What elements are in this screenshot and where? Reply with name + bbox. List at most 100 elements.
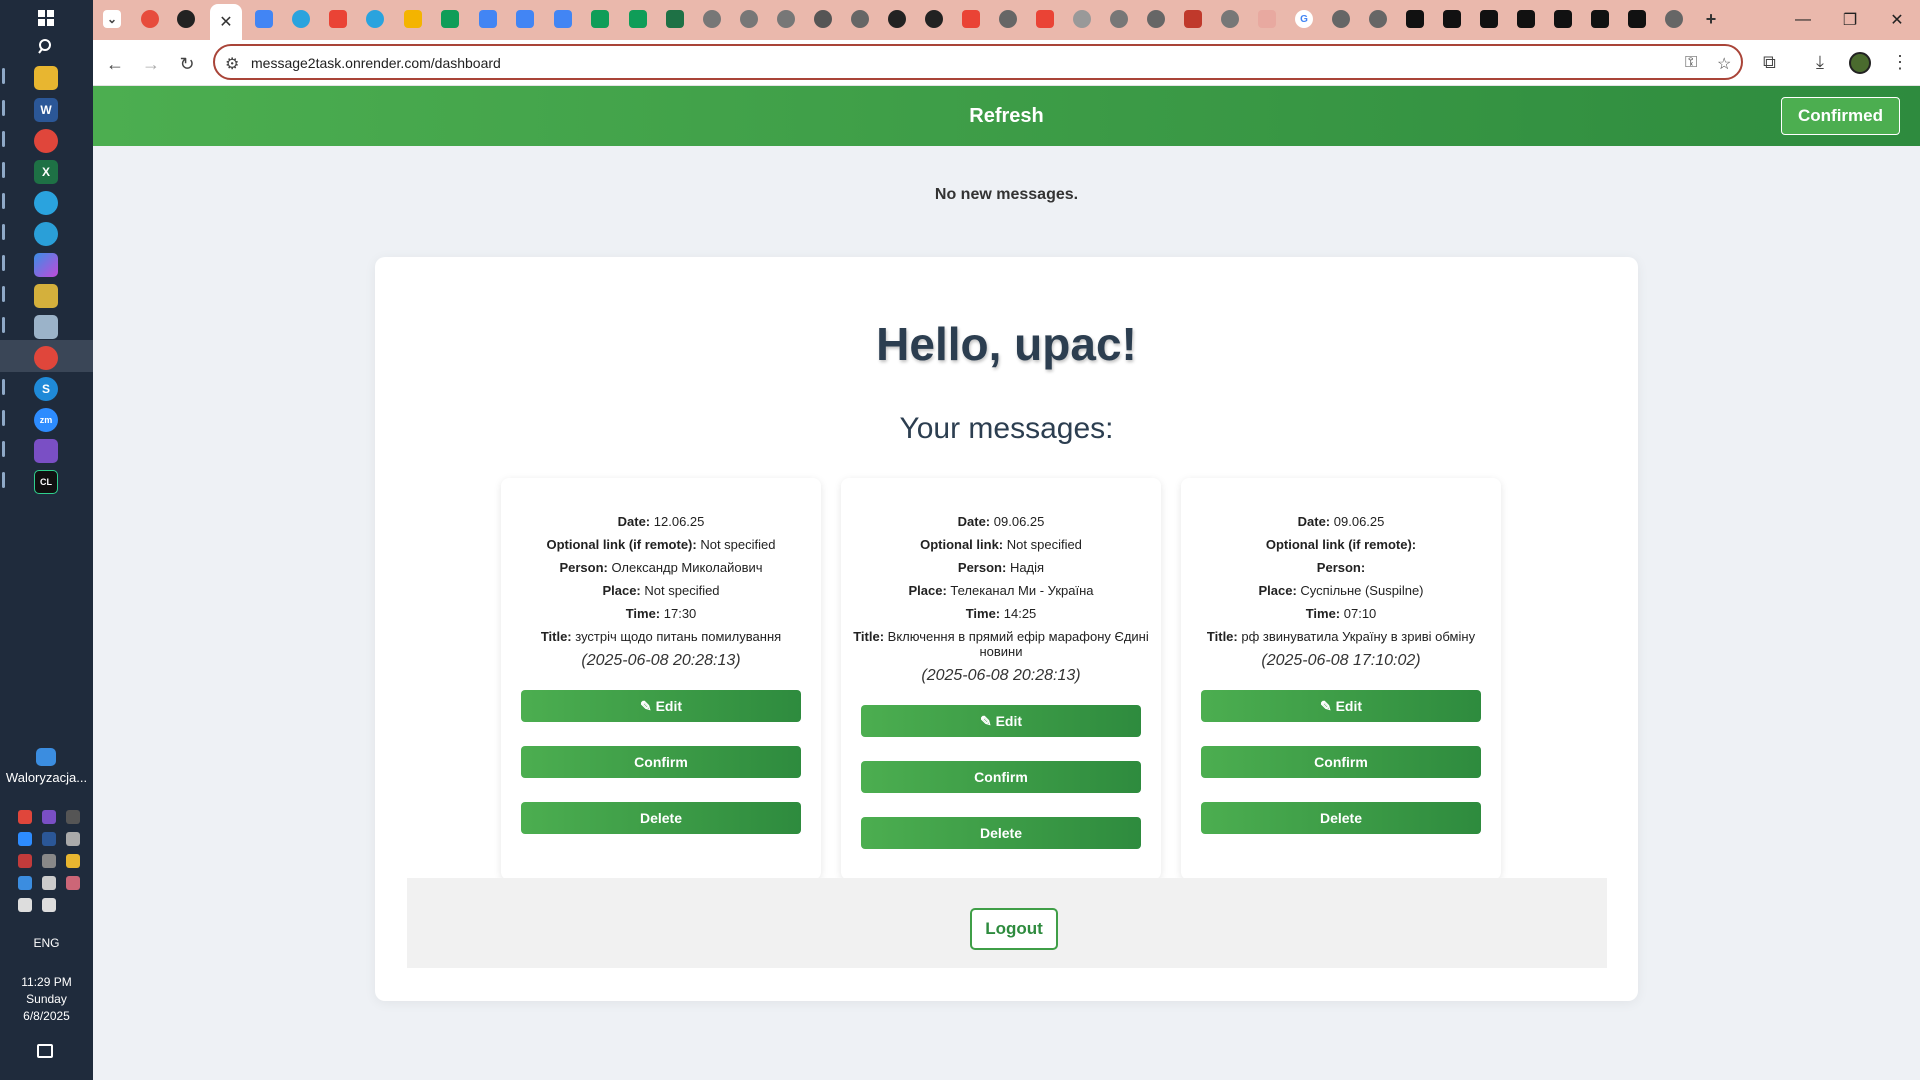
download-icon[interactable]: ⤓	[1816, 52, 1824, 73]
back-icon[interactable]: ←	[101, 50, 129, 78]
skype-tray-icon[interactable]	[66, 810, 80, 824]
edge-icon[interactable]	[34, 222, 58, 246]
refresh-button[interactable]: Refresh	[93, 86, 1920, 146]
tab-chrome-icon-5[interactable]	[1369, 10, 1387, 28]
tab-globe-icon-4[interactable]	[1073, 10, 1091, 28]
tab-clion-icon-5[interactable]	[1554, 10, 1572, 28]
tab-clion-icon[interactable]	[1406, 10, 1424, 28]
restore-icon[interactable]: ❐	[1830, 8, 1870, 32]
extensions-icon[interactable]: ⧉	[1763, 52, 1776, 73]
delete-button[interactable]: Delete	[1201, 802, 1481, 834]
tab-history-icon[interactable]	[814, 10, 832, 28]
delete-button[interactable]: Delete	[521, 802, 801, 834]
telegram-icon[interactable]	[34, 191, 58, 215]
tab-docs-icon[interactable]	[479, 10, 497, 28]
widget-label[interactable]: Waloryzacja...	[0, 770, 93, 785]
new-tab-button[interactable]: +	[1702, 9, 1720, 29]
notepad-icon[interactable]	[34, 284, 58, 308]
battery-icon[interactable]	[18, 898, 32, 912]
reload-icon[interactable]: ↻	[173, 50, 201, 78]
tab-excel-icon[interactable]	[666, 10, 684, 28]
tab-chrome-icon-4[interactable]	[1332, 10, 1350, 28]
wifi-icon[interactable]	[42, 876, 56, 890]
tab-github-icon[interactable]	[177, 10, 195, 28]
tab-gmail-icon[interactable]	[329, 10, 347, 28]
tab-telegram-icon-2[interactable]	[366, 10, 384, 28]
word-tray-icon[interactable]	[42, 832, 56, 846]
app-tray-icon[interactable]	[42, 810, 56, 824]
tab-chrome-icon[interactable]	[851, 10, 869, 28]
tab-sheets-icon[interactable]	[591, 10, 609, 28]
tab-chrome-icon-2[interactable]	[999, 10, 1017, 28]
tab-search-icon[interactable]: ⌄	[103, 10, 121, 28]
tab-docs-icon-3[interactable]	[554, 10, 572, 28]
address-bar[interactable]: ⚙ message2task.onrender.com/dashboard ⚿ …	[213, 44, 1743, 80]
visual-studio-icon[interactable]	[34, 439, 58, 463]
confirm-button[interactable]: Confirm	[521, 746, 801, 778]
forward-icon[interactable]: →	[137, 50, 165, 78]
onedrive-tray-icon[interactable]	[18, 876, 32, 890]
word-icon[interactable]: W	[34, 98, 58, 122]
search-icon[interactable]	[34, 34, 58, 58]
volume-icon[interactable]	[42, 898, 56, 912]
taskbar-clock[interactable]: 11:29 PM Sunday 6/8/2025	[0, 974, 93, 1025]
tab-favicon-red[interactable]	[141, 10, 159, 28]
tab-sheets-icon-2[interactable]	[629, 10, 647, 28]
tab-openai-icon[interactable]	[888, 10, 906, 28]
tab-chrome-icon-3[interactable]	[1147, 10, 1165, 28]
logout-button[interactable]: Logout	[970, 908, 1058, 950]
clion-icon[interactable]: CL	[34, 470, 58, 494]
tab-gmail-icon-2[interactable]	[962, 10, 980, 28]
confirm-button[interactable]: Confirm	[861, 761, 1141, 793]
site-info-icon[interactable]: ⚙	[225, 54, 239, 74]
display-tray-icon[interactable]	[66, 832, 80, 846]
tab-globe-icon-3[interactable]	[777, 10, 795, 28]
tab-clion-icon-3[interactable]	[1480, 10, 1498, 28]
tab-clion-icon-6[interactable]	[1591, 10, 1609, 28]
tab-drive-icon-2[interactable]	[441, 10, 459, 28]
tab-docs-icon-2[interactable]	[516, 10, 534, 28]
security-tray-icon[interactable]	[66, 854, 80, 868]
file-explorer-icon[interactable]	[34, 66, 58, 90]
copilot-icon[interactable]	[34, 253, 58, 277]
device-tray-icon[interactable]	[42, 854, 56, 868]
notification-icon[interactable]	[37, 1044, 53, 1058]
network-share-tray-icon[interactable]	[18, 854, 32, 868]
bluetooth-tray-icon[interactable]	[66, 876, 80, 890]
tab-active[interactable]: ✕	[210, 4, 242, 40]
skype-icon[interactable]: S	[34, 377, 58, 401]
tab-globe-icon-6[interactable]	[1221, 10, 1239, 28]
language-indicator[interactable]: ENG	[0, 936, 93, 950]
close-window-icon[interactable]: ✕	[1877, 8, 1917, 32]
edit-button[interactable]: ✎ Edit	[861, 705, 1141, 737]
profile-avatar[interactable]	[1849, 52, 1871, 74]
menu-kebab-icon[interactable]: ⋮	[1891, 52, 1909, 73]
tab-google-icon[interactable]: G	[1295, 10, 1313, 28]
chrome-tray-icon[interactable]	[18, 810, 32, 824]
tab-gmail-icon-3[interactable]	[1036, 10, 1054, 28]
edit-button[interactable]: ✎ Edit	[521, 690, 801, 722]
minimize-icon[interactable]: —	[1783, 8, 1823, 32]
clipboard-icon[interactable]	[34, 315, 58, 339]
chrome-icon[interactable]	[34, 129, 58, 153]
excel-icon[interactable]: X	[34, 160, 58, 184]
confirm-button[interactable]: Confirm	[1201, 746, 1481, 778]
delete-button[interactable]: Delete	[861, 817, 1141, 849]
tab-clion-icon-4[interactable]	[1517, 10, 1535, 28]
tab-github-icon-2[interactable]	[925, 10, 943, 28]
tab-globe-icon-2[interactable]	[740, 10, 758, 28]
tab-globe-icon-5[interactable]	[1110, 10, 1128, 28]
tab-close-icon[interactable]: ✕	[219, 12, 232, 32]
tab-app-icon[interactable]	[1184, 10, 1202, 28]
widget-icon[interactable]	[36, 748, 56, 766]
tab-calendar-icon[interactable]	[255, 10, 273, 28]
windows-start-icon[interactable]	[34, 6, 58, 30]
zoom-icon[interactable]: zm	[34, 408, 58, 432]
tab-clion-icon-7[interactable]	[1628, 10, 1646, 28]
tab-chrome-icon-6[interactable]	[1665, 10, 1683, 28]
tab-globe-icon[interactable]	[703, 10, 721, 28]
url-text[interactable]: message2task.onrender.com/dashboard	[251, 55, 501, 71]
tab-clion-icon-2[interactable]	[1443, 10, 1461, 28]
bookmark-star-icon[interactable]: ☆	[1717, 54, 1731, 74]
chrome-active-icon[interactable]	[34, 346, 58, 370]
